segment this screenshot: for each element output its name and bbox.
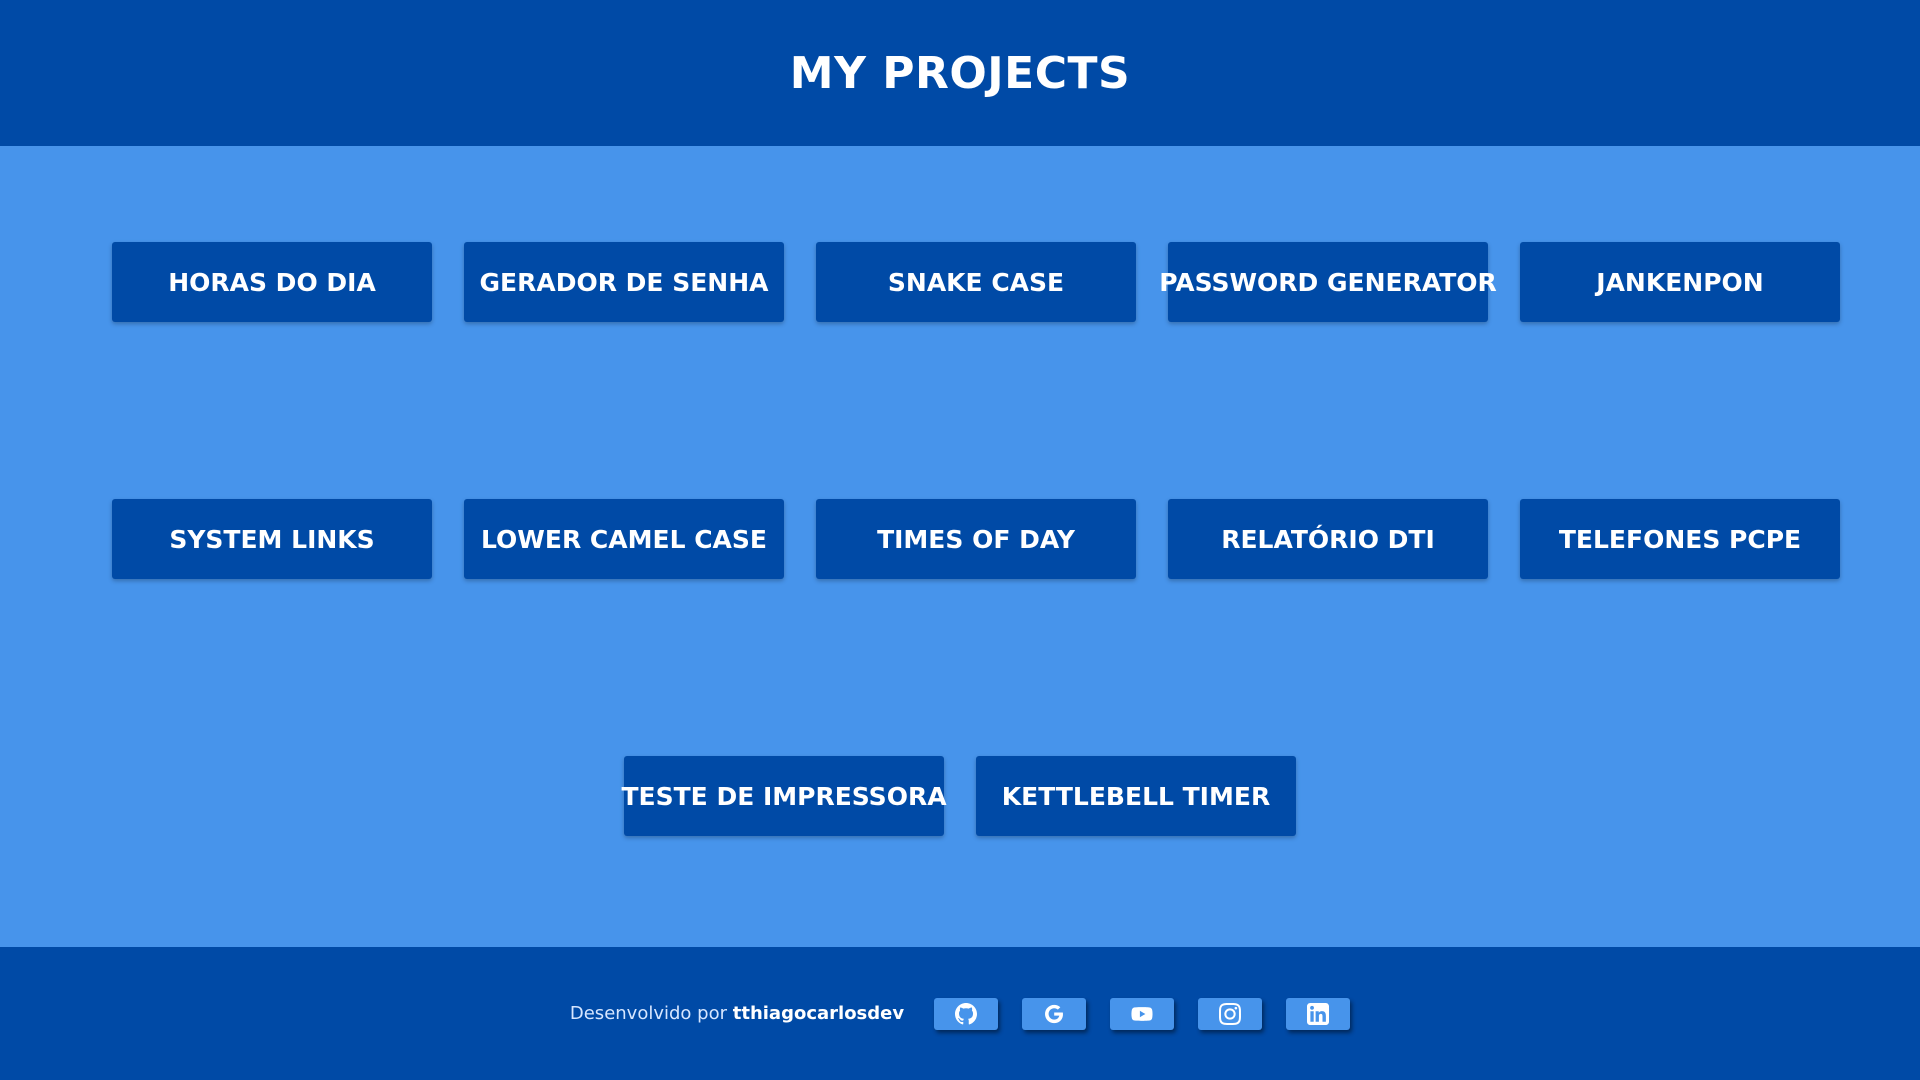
linkedin-link-button[interactable] [1286, 997, 1351, 1030]
page: MY PROJECTS HORAS DO DIA GERADOR DE SENH… [0, 0, 1920, 1080]
youtube-icon [1131, 1006, 1153, 1021]
google-link-button[interactable] [1022, 997, 1087, 1030]
project-button-system-links[interactable]: SYSTEM LINKS [112, 499, 432, 579]
project-button-kettlebell-timer[interactable]: KETTLEBELL TIMER [976, 756, 1296, 836]
youtube-link-button[interactable] [1110, 997, 1175, 1030]
project-button-gerador-de-senha[interactable]: GERADOR DE SENHA [464, 242, 784, 322]
project-button-password-generator[interactable]: PASSWORD GENERATOR [1159, 242, 1497, 322]
projects-grid: HORAS DO DIA GERADOR DE SENHA SNAKE CASE… [112, 242, 1840, 579]
project-button-times-of-day[interactable]: TIMES OF DAY [816, 499, 1136, 579]
projects-section: HORAS DO DIA GERADOR DE SENHA SNAKE CASE… [0, 146, 1920, 947]
project-button-jankenpon[interactable]: JANKENPON [1520, 242, 1840, 322]
credit-author[interactable]: tthiagocarlosdev [733, 1003, 904, 1024]
linkedin-icon [1307, 1002, 1330, 1025]
projects-grid-last-row: TESTE DE IMPRESSORA KETTLEBELL TIMER [0, 756, 1920, 836]
google-icon [1045, 1004, 1064, 1023]
project-button-horas-do-dia[interactable]: HORAS DO DIA [112, 242, 432, 322]
project-button-teste-de-impressora[interactable]: TESTE DE IMPRESSORA [621, 756, 947, 836]
page-title: MY PROJECTS [789, 47, 1131, 99]
page-header: MY PROJECTS [0, 0, 1920, 146]
github-link-button[interactable] [934, 997, 999, 1030]
project-button-lower-camel-case[interactable]: LOWER CAMEL CASE [464, 499, 784, 579]
project-button-telefones-pcpe[interactable]: TELEFONES PCPE [1520, 499, 1840, 579]
project-button-snake-case[interactable]: SNAKE CASE [816, 242, 1136, 322]
instagram-icon [1219, 1002, 1242, 1025]
github-icon [955, 1002, 978, 1024]
instagram-link-button[interactable] [1198, 997, 1263, 1030]
footer-credit: Desenvolvido por tthiagocarlosdev [570, 1003, 904, 1024]
page-footer: Desenvolvido por tthiagocarlosdev [0, 947, 1920, 1080]
social-links [934, 997, 1351, 1030]
project-button-relatorio-dti[interactable]: RELATÓRIO DTI [1168, 499, 1488, 579]
credit-prefix: Desenvolvido por [569, 1003, 727, 1024]
